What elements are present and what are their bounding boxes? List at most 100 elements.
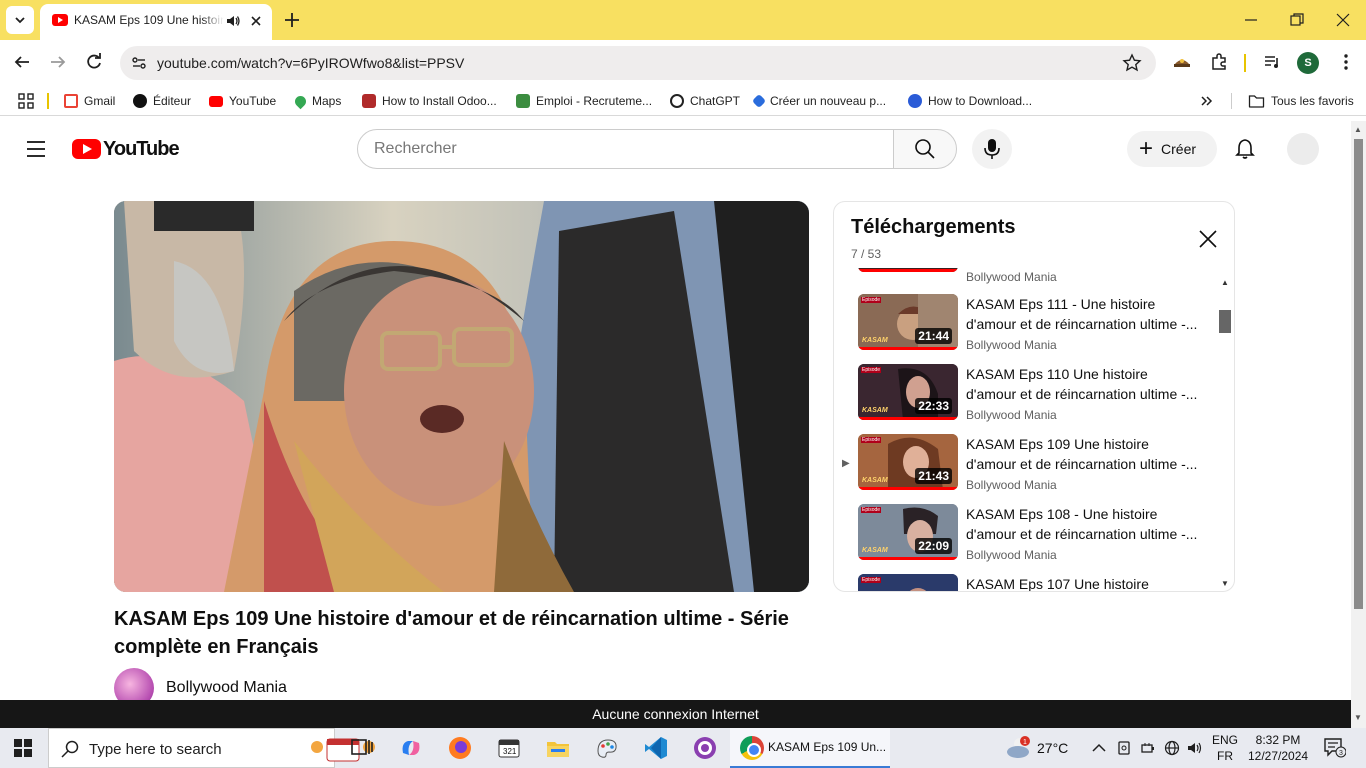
paint-icon[interactable] [594,735,620,761]
vscode-icon[interactable] [643,735,669,761]
address-bar[interactable]: youtube.com/watch?v=6PyIROWfwo8&list=PPS… [120,46,1156,80]
task-view-icon[interactable] [349,735,375,761]
bookmark-chatgpt[interactable]: ChatGPT [670,92,740,110]
kebab-menu-icon[interactable] [1336,52,1356,72]
close-tab-icon[interactable] [247,12,265,30]
bookmark-editeur[interactable]: Éditeur [133,92,191,110]
search-icon [915,139,935,159]
channel-name[interactable]: Bollywood Mania [166,679,287,697]
create-button[interactable]: + Créer [1127,131,1217,167]
network-globe-icon[interactable] [1164,740,1180,756]
all-bookmarks-button[interactable]: Tous les favoris [1248,92,1354,110]
speaker-icon[interactable] [225,13,241,29]
playlist-item[interactable]: Episode KASAM 22:33 KASAM Eps 110 Une hi… [834,364,1224,434]
page-scrollbar-thumb[interactable] [1354,139,1363,609]
editor-icon [133,94,147,108]
playlist-scroll-up-icon[interactable]: ▲ [1221,278,1229,287]
youtube-icon [209,95,223,107]
bookmark-emploi[interactable]: Emploi - Recruteme... [516,92,652,110]
bookmark-youtube[interactable]: YouTube [209,92,276,110]
device-icon[interactable] [1116,740,1132,756]
video-frame-image [114,201,809,592]
folder-icon [1248,95,1265,108]
file-explorer-icon[interactable] [545,735,571,761]
tab-strip: KASAM Eps 109 Une histoire d'amour et de… [0,0,1366,40]
bookmark-star-icon[interactable] [1122,53,1142,73]
youtube-logo[interactable]: YouTube [72,138,180,160]
extensions-puzzle-icon[interactable] [1209,52,1229,72]
maps-icon [292,93,309,109]
page-scrollbar[interactable]: ▲ ▼ [1351,121,1366,728]
taskbar-chrome-window[interactable]: KASAM Eps 109 Un... [730,728,890,768]
page-scroll-down-icon[interactable]: ▼ [1354,713,1362,722]
search-button[interactable] [893,129,957,169]
close-playlist-icon[interactable] [1198,229,1218,249]
copilot-icon[interactable] [398,735,424,761]
playlist-scroll-down-icon[interactable]: ▼ [1221,579,1229,588]
volume-icon[interactable] [1187,740,1203,756]
search-box[interactable] [357,129,894,169]
minimize-icon[interactable] [1243,12,1259,28]
url-text[interactable]: youtube.com/watch?v=6PyIROWfwo8&list=PPS… [157,55,464,71]
playlist-item[interactable]: Episode KASAM Eps 107 Une histoire [834,574,1224,591]
site-settings-icon[interactable] [130,54,148,72]
new-tab-icon[interactable] [282,10,302,30]
watched-progress-bar [858,417,958,420]
youtube-page: YouTube + Créer [0,121,1351,700]
taskbar-chrome-label: KASAM Eps 109 Un... [768,740,887,754]
playlist-item[interactable]: Episode KASAM 21:44 KASAM Eps 111 - Une … [834,294,1224,364]
account-avatar[interactable] [1287,133,1319,165]
profile-avatar[interactable]: S [1297,52,1319,74]
restore-icon[interactable] [1289,12,1305,28]
chatgpt-icon [670,94,684,108]
youtube-favicon-icon [52,14,68,26]
create-page-icon [751,93,767,109]
playlist-item[interactable]: Episode KASAM 22:09 KASAM Eps 108 - Une … [834,504,1224,574]
playlist-items: Bollywood Mania Episode KASAM 21:44 KASA… [834,268,1224,591]
playlist-position: 7 / 53 [851,247,882,261]
playlist-item-current[interactable]: ▶ Episode KASAM 21:43 KASAM Eps 109 Une … [834,434,1224,504]
video-editor-icon[interactable]: 321 [496,735,522,761]
odoo-icon [362,94,376,108]
tab-search-button[interactable] [6,6,34,34]
search-input[interactable] [374,140,874,158]
bookmark-maps[interactable]: Maps [292,92,341,110]
tray-chevron-up-icon[interactable] [1091,740,1107,756]
weather-cloud-icon[interactable]: 1 [1005,736,1031,760]
forward-arrow-icon[interactable] [48,52,68,72]
obs-icon[interactable] [692,735,718,761]
taskbar-clock[interactable]: 8:32 PM 12/27/2024 [1248,732,1308,764]
bookmark-how-to-download[interactable]: How to Download... [908,92,1032,110]
back-arrow-icon[interactable] [12,52,32,72]
notifications-bell-icon[interactable] [1234,138,1256,160]
close-window-icon[interactable] [1335,12,1351,28]
extension-hat-icon[interactable] [1172,52,1192,72]
page-scroll-up-icon[interactable]: ▲ [1354,125,1362,134]
weather-temperature[interactable]: 27°C [1037,740,1068,756]
playlist-title[interactable]: Téléchargements [851,216,1016,239]
chrome-icon [740,736,764,760]
battery-plug-icon[interactable] [1140,740,1156,756]
active-tab[interactable]: KASAM Eps 109 Une histoire d'amour et de… [40,4,272,40]
notification-center-icon[interactable]: 3 [1324,738,1346,758]
windows-start-icon[interactable] [14,739,32,757]
bookmark-creer-page[interactable]: Créer un nouveau p... [751,92,886,110]
previous-item-thumbnail[interactable] [858,268,958,272]
channel-avatar[interactable] [114,668,154,700]
playlist-scrollbar-thumb[interactable] [1219,310,1231,333]
language-indicator[interactable]: ENG FR [1212,732,1238,764]
reload-icon[interactable] [84,52,104,72]
more-bookmarks-icon[interactable] [1200,94,1214,108]
hamburger-menu-icon[interactable] [26,140,46,158]
taskbar: Type here to search 321 KASAM Eps 109 Un… [0,728,1366,768]
voice-search-button[interactable] [972,129,1012,169]
taskbar-search-box[interactable]: Type here to search [48,728,375,768]
apps-grid-icon[interactable] [18,93,34,109]
firefox-icon[interactable] [447,735,473,761]
svg-text:321: 321 [503,747,517,756]
media-control-icon[interactable] [1262,52,1282,72]
bookmark-odoo[interactable]: How to Install Odoo... [362,92,497,110]
video-player[interactable] [114,201,809,592]
bookmark-gmail[interactable]: Gmail [64,92,115,110]
taskbar-search-placeholder: Type here to search [89,741,222,758]
